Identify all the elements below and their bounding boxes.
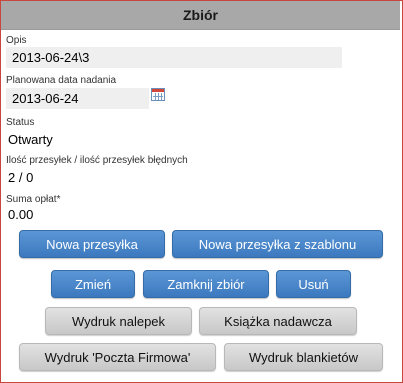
suma-oplat-label: Suma opłat* — [6, 194, 61, 205]
status-label: Status — [6, 117, 35, 128]
wydruk-nalepek-button[interactable]: Wydruk nalepek — [45, 307, 192, 335]
usun-button[interactable]: Usuń — [276, 270, 351, 298]
dialog-title: Zbiór — [1, 1, 400, 30]
opis-field[interactable]: 2013-06-24\3 — [6, 47, 342, 68]
zmien-button[interactable]: Zmień — [51, 270, 135, 298]
data-nadania-field[interactable]: 2013-06-24 — [6, 88, 149, 109]
opis-label: Opis — [6, 35, 27, 46]
ilosc-przesylek-value: 2 / 0 — [8, 170, 34, 185]
calendar-icon[interactable] — [151, 88, 165, 101]
wydruk-blankietow-button[interactable]: Wydruk blankietów — [224, 343, 383, 371]
data-nadania-label: Planowana data nadania — [6, 75, 117, 86]
ksiazka-nadawcza-button[interactable]: Książka nadawcza — [199, 307, 357, 335]
nowa-przesylka-button[interactable]: Nowa przesyłka — [19, 230, 165, 258]
suma-oplat-value: 0.00 — [8, 207, 34, 222]
ilosc-przesylek-label: Ilość przesyłek / ilość przesyłek błędny… — [6, 155, 188, 166]
nowa-przesylka-z-szablonu-button[interactable]: Nowa przesyłka z szablonu — [172, 230, 383, 258]
wydruk-poczta-firmowa-button[interactable]: Wydruk 'Poczta Firmowa' — [19, 343, 216, 371]
status-value: Otwarty — [8, 132, 53, 147]
zamknij-zbior-button[interactable]: Zamknij zbiór — [143, 270, 269, 298]
